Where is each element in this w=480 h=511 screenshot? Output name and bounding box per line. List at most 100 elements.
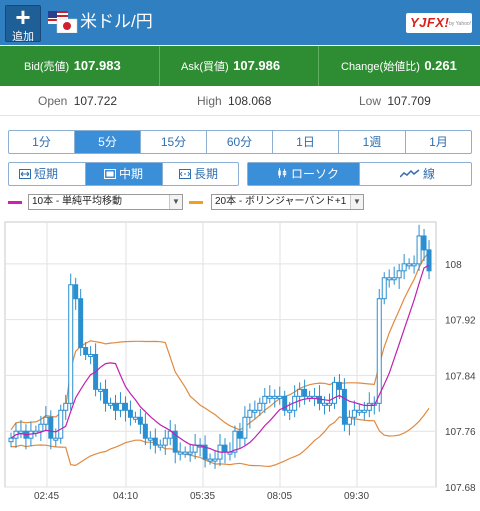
range-mid-icon [104,169,116,179]
ask-quote: Ask(買値) 107.986 [181,46,280,86]
tab-1month[interactable]: 1月 [406,131,471,153]
indicator-1-select[interactable]: 10本 - 単純平均移動 ▼ [28,194,183,210]
candle-body [58,409,64,439]
term-long-button[interactable]: 長期 [163,163,238,185]
candle-body [356,409,362,413]
line-chart-button[interactable]: 線 [360,163,471,185]
chart-svg[interactable]: 108 107.92 107.84 107.76 107.68 02:45 04:10 05:… [0,214,480,511]
candle-body [43,416,49,425]
price-chart[interactable]: 108 107.92 107.84 107.76 107.68 02:45 04:10 05:… [0,214,480,511]
candle-body [73,284,79,300]
candle-body [326,402,332,406]
tab-60min[interactable]: 60分 [207,131,273,153]
tab-1week[interactable]: 1週 [339,131,406,153]
term-long-label: 長期 [194,167,219,181]
candle-body [53,437,59,441]
change-quote: Change(始値比) 0.261 [341,46,457,86]
candle-body [117,402,123,411]
bid-label: Bid(売値) [24,61,70,73]
app-header: + 追加 米ドル/円 YJFX! by Yahoo! [0,0,480,45]
candle-body [207,458,213,462]
yjfx-logo: YJFX! by Yahoo! [406,13,472,33]
candle-body [103,388,109,404]
ma-legend-swatch [8,201,22,204]
high-stat: High 108.068 [197,86,271,116]
open-label: Open [38,94,68,108]
indicator-1: 10本 - 単純平均移動 ▼ [8,194,183,210]
candle-body [108,402,114,406]
y-tick-label: 107.68 [445,483,476,494]
candle-body [346,416,352,425]
candle-body [297,388,303,397]
candle-body [98,388,104,392]
candle-body [8,437,14,443]
term-short-label: 短期 [34,167,59,181]
candlestick-icon [278,168,287,178]
candle-body [351,409,357,418]
plus-icon: + [15,2,31,32]
candle-body [237,430,243,439]
price-stats: Open 107.722 High 108.068 Low 107.709 [0,86,480,116]
candle-body [127,409,133,418]
term-short-button[interactable]: 短期 [9,163,86,185]
logo-text: YJFX! [410,15,450,30]
candle-body [63,402,69,411]
y-tick-label: 107.76 [445,427,476,438]
candle-body [192,444,198,453]
candle-body [331,381,337,404]
high-value: 108.068 [228,94,272,108]
candle-body [252,409,258,413]
indicator-2-value: 20本 - ボリンジャーバンド+1 [215,196,347,207]
x-tick-label: 02:45 [34,491,59,502]
candle-body [366,402,372,411]
candle-body [132,416,138,420]
y-tick-label: 107.84 [445,371,476,382]
candle-body [222,444,228,453]
candle-body [78,298,84,349]
tab-1day[interactable]: 1日 [273,131,339,153]
add-button-label: 追加 [12,31,34,43]
tab-15min[interactable]: 15分 [141,131,207,153]
candle-body [177,451,183,455]
term-mid-button[interactable]: 中期 [86,163,163,185]
candle-body [257,402,263,411]
change-value: 0.261 [424,58,457,73]
candle-body [401,263,407,272]
candle-body [242,416,248,439]
x-tick-label: 09:30 [344,491,369,502]
chevron-down-icon: ▼ [350,195,363,209]
candle-body [386,277,392,281]
ask-value: 107.986 [233,58,281,73]
y-tick-label: 108 [445,260,462,271]
candle-body [157,444,163,448]
band-legend-swatch [189,201,203,204]
candlestick-label: ローソク [291,167,340,181]
candle-body [212,458,218,462]
candle-body [406,263,412,267]
add-button[interactable]: + 追加 [5,2,41,43]
tab-5min[interactable]: 5分 [75,131,141,153]
x-tick-label: 04:10 [113,491,138,502]
candle-body [152,437,158,446]
logo-subtext: by Yahoo! [449,21,472,27]
candle-body [68,284,74,404]
candle-body [113,402,119,411]
candle-body [322,402,328,406]
y-tick-label: 107.92 [445,316,476,327]
candle-body [262,395,268,404]
indicator-2-select[interactable]: 20本 - ボリンジャーバンド+1 ▼ [211,194,364,210]
bid-value: 107.983 [73,58,121,73]
candle-body [48,416,54,439]
tab-1min[interactable]: 1分 [9,131,75,153]
chevron-down-icon: ▼ [169,195,182,209]
candle-body [147,437,153,441]
candle-body [302,388,308,397]
open-value: 107.722 [73,94,118,108]
candle-body [187,451,193,455]
indicator-1-value: 10本 - 単純平均移動 [32,196,123,207]
candle-body [83,347,89,356]
high-label: High [197,94,222,108]
quote-bar: Bid(売値) 107.983 Ask(買値) 107.986 Change(始… [0,46,480,86]
candle-body [277,395,283,399]
candlestick-button[interactable]: ローソク [248,163,360,185]
